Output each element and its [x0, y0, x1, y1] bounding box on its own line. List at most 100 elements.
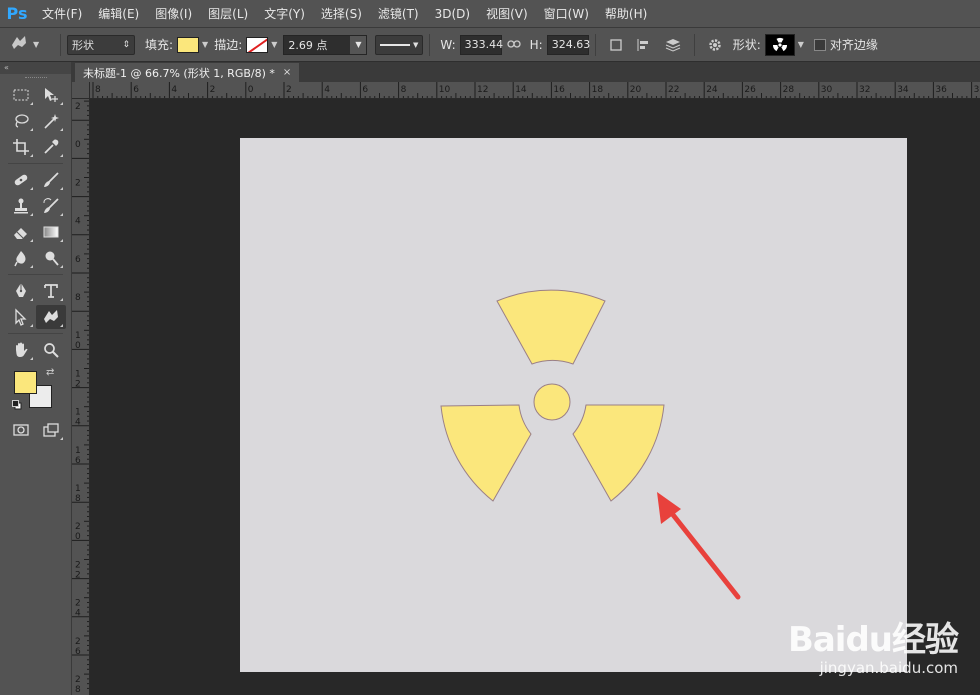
menu-file[interactable]: 文件(F)	[34, 5, 90, 22]
ruler-label: 20	[630, 85, 642, 95]
collapse-toolbar-button[interactable]: «	[0, 62, 71, 74]
stroke-type-select[interactable]: ▼	[375, 34, 424, 55]
dodge-tool[interactable]	[36, 246, 66, 270]
ruler-label: 6	[362, 85, 368, 95]
tool-mode-select[interactable]: 形状 ⇕	[67, 34, 135, 55]
screen-mode-icon	[43, 423, 59, 437]
stamp-icon	[14, 198, 28, 214]
brush-icon	[44, 172, 59, 187]
custom-shape-icon	[44, 310, 58, 323]
quick-mask-button[interactable]	[6, 418, 36, 442]
ruler-label: 1	[75, 369, 81, 379]
brush-tool[interactable]	[36, 168, 66, 192]
menu-select[interactable]: 选择(S)	[313, 5, 370, 22]
pen-icon	[16, 283, 26, 297]
vertical-ruler[interactable]: 20246810121416182022242628	[72, 82, 90, 695]
stroke-line-preview	[380, 43, 411, 46]
bandage-icon	[14, 174, 28, 186]
menu-layer[interactable]: 图层(L)	[200, 5, 256, 22]
gear-icon[interactable]	[707, 37, 723, 53]
ruler-label: 34	[897, 85, 909, 95]
stroke-label: 描边:	[214, 38, 243, 52]
menu-edit[interactable]: 编辑(E)	[90, 5, 147, 22]
path-operations-icon[interactable]	[608, 37, 624, 53]
align-edges-label: 对齐边缘	[829, 38, 878, 52]
ruler-origin[interactable]	[72, 82, 90, 99]
panel-grip[interactable]	[0, 74, 71, 82]
stroke-swatch-none	[246, 36, 269, 53]
document-tab[interactable]: 未标题-1 @ 66.7% (形状 1, RGB/8) * ×	[75, 63, 300, 82]
ruler-label: 8	[401, 85, 407, 95]
ruler-label: 32	[859, 85, 870, 95]
ruler-label: 4	[75, 217, 81, 227]
document-title: 未标题-1 @ 66.7% (形状 1, RGB/8) *	[83, 66, 275, 80]
width-field[interactable]: 333.44	[459, 34, 503, 55]
align-edges-checkbox[interactable]	[813, 38, 826, 51]
path-alignment-icon[interactable]	[636, 37, 652, 53]
ruler-label: 12	[477, 85, 488, 95]
gradient-tool[interactable]	[36, 220, 66, 244]
lasso-tool[interactable]	[6, 109, 36, 133]
move-tool[interactable]	[36, 83, 66, 107]
canvas-area[interactable]: Baidu经验 jingyan.baidu.com	[90, 99, 980, 695]
crop-tool[interactable]	[6, 135, 36, 159]
screen-mode-button[interactable]	[36, 418, 66, 442]
marquee-tool[interactable]	[6, 83, 36, 107]
height-field[interactable]: 324.63	[546, 34, 590, 55]
ruler-label: 2	[75, 675, 81, 685]
magic-wand-icon	[44, 114, 59, 129]
shape-picker[interactable]: ▼	[764, 33, 804, 56]
radioactive-shape[interactable]	[440, 289, 665, 502]
ruler-label: 0	[75, 140, 81, 150]
chevron-down-icon: ▼	[797, 40, 804, 49]
clone-stamp-tool[interactable]	[6, 194, 36, 218]
ruler-label: 30	[821, 85, 833, 95]
stroke-color-picker[interactable]: ▼	[246, 36, 277, 53]
fill-color-picker[interactable]: ▼	[177, 36, 209, 53]
tool-mode-value: 形状	[72, 38, 94, 52]
menu-view[interactable]: 视图(V)	[478, 5, 536, 22]
default-colors-icon[interactable]	[12, 399, 22, 413]
crop-icon	[13, 139, 29, 155]
menu-image[interactable]: 图像(I)	[147, 5, 200, 22]
link-icon[interactable]	[506, 38, 521, 52]
type-tool[interactable]	[36, 279, 66, 303]
pen-tool[interactable]	[6, 279, 36, 303]
healing-brush-tool[interactable]	[6, 168, 36, 192]
stroke-width-value: 2.69 点	[288, 38, 328, 52]
menu-filter[interactable]: 滤镜(T)	[370, 5, 427, 22]
menu-help[interactable]: 帮助(H)	[597, 5, 655, 22]
shape-label: 形状:	[732, 38, 761, 52]
path-selection-tool[interactable]	[6, 305, 36, 329]
custom-shape-tool[interactable]	[36, 305, 66, 329]
menu-bar: Ps 文件(F) 编辑(E) 图像(I) 图层(L) 文字(Y) 选择(S) 滤…	[0, 0, 980, 28]
magic-wand-tool[interactable]	[36, 109, 66, 133]
path-arrangement-icon[interactable]	[664, 37, 682, 53]
eraser-tool[interactable]	[6, 220, 36, 244]
hand-icon	[16, 342, 28, 357]
blur-tool[interactable]	[6, 246, 36, 270]
close-icon[interactable]: ×	[283, 67, 291, 78]
stroke-width-field[interactable]: 2.69 点 ▼	[283, 34, 368, 55]
hand-tool[interactable]	[6, 338, 36, 362]
history-brush-tool[interactable]	[36, 194, 66, 218]
menu-3d[interactable]: 3D(D)	[427, 7, 478, 21]
chevron-down-icon: ▼	[202, 40, 209, 49]
chevron-down-icon[interactable]: ▼	[350, 35, 367, 54]
ruler-label: 22	[668, 85, 679, 95]
menu-window[interactable]: 窗口(W)	[536, 5, 597, 22]
ruler-label: 28	[783, 85, 795, 95]
swap-colors-icon[interactable]: ⇄	[46, 367, 54, 378]
trefoil-center	[533, 383, 571, 421]
horizontal-ruler[interactable]: 864202468101214161820222426283032343638	[90, 82, 980, 99]
double-chevron-left-icon: «	[4, 63, 9, 72]
vertical-ruler-ticks: 20246810121416182022242628	[72, 82, 89, 695]
tool-preset-picker[interactable]: ▼	[8, 33, 54, 56]
zoom-tool[interactable]	[36, 338, 66, 362]
eyedropper-tool[interactable]	[36, 135, 66, 159]
trefoil-blade-top	[496, 289, 606, 365]
foreground-color[interactable]	[14, 371, 37, 394]
move-icon	[45, 88, 58, 102]
menu-type[interactable]: 文字(Y)	[256, 5, 313, 22]
document-canvas[interactable]	[240, 138, 907, 672]
